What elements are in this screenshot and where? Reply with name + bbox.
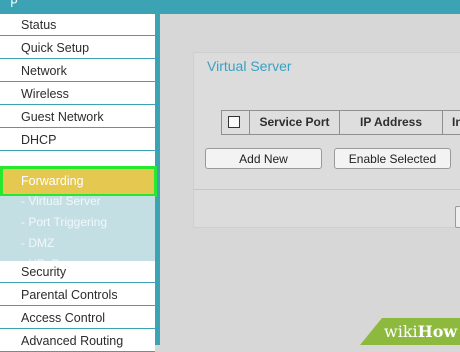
sidebar-item-quick-setup[interactable]: Quick Setup xyxy=(0,37,155,59)
select-all-cell xyxy=(222,111,250,134)
forwarding-submenu: - Virtual Server - Port Triggering - DMZ… xyxy=(0,194,155,271)
enable-selected-button[interactable]: Enable Selected xyxy=(334,148,451,169)
submenu-item-port-triggering[interactable]: - Port Triggering xyxy=(0,212,155,232)
sidebar-item-security[interactable]: Security xyxy=(0,261,155,283)
sidebar-item-advanced-routing[interactable]: Advanced Routing xyxy=(0,330,155,352)
content-panel xyxy=(193,52,460,228)
sidebar: Status Quick Setup Network Wireless Gues… xyxy=(0,14,160,352)
sidebar-item-parental-controls[interactable]: Parental Controls xyxy=(0,284,155,306)
header-ip-address: IP Address xyxy=(340,111,443,134)
partial-button[interactable] xyxy=(455,206,460,228)
header-internal-port: In xyxy=(452,115,460,129)
watermark-logo: wikiHow xyxy=(384,322,458,341)
logo-icon: ᑭ xyxy=(10,0,18,10)
sidebar-item-wireless[interactable]: Wireless xyxy=(0,83,155,105)
submenu-item-dmz[interactable]: - DMZ xyxy=(0,233,155,253)
sidebar-item-status[interactable]: Status xyxy=(0,14,155,36)
submenu-item-virtual-server[interactable]: - Virtual Server xyxy=(0,191,155,211)
sidebar-item-dhcp[interactable]: DHCP xyxy=(0,129,155,151)
top-bar: ᑭ xyxy=(0,0,460,14)
sidebar-item-access-control[interactable]: Access Control xyxy=(0,307,155,329)
page-title: Virtual Server xyxy=(207,58,292,74)
header-service-port: Service Port xyxy=(250,111,340,134)
select-all-checkbox[interactable] xyxy=(228,116,240,128)
divider xyxy=(193,189,460,190)
sidebar-item-network[interactable]: Network xyxy=(0,60,155,82)
sidebar-menu: Status Quick Setup Network Wireless Gues… xyxy=(0,14,157,352)
sidebar-item-guest-network[interactable]: Guest Network xyxy=(0,106,155,128)
table-header-row: Service Port IP Address In xyxy=(221,110,460,135)
add-new-button[interactable]: Add New xyxy=(205,148,322,169)
